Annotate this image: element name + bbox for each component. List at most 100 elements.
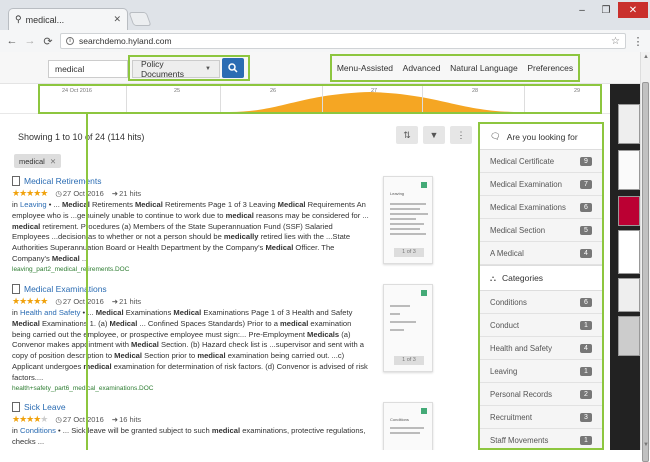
result-title[interactable]: Medical Examinations	[24, 284, 107, 294]
thumbnail[interactable]	[618, 278, 640, 312]
thumbnail[interactable]	[618, 230, 640, 274]
result-filename[interactable]: health+safety_part6_medical_examinations…	[12, 385, 372, 392]
menu-icon[interactable]: ⋮	[632, 35, 644, 48]
preview-logo-icon	[421, 408, 427, 414]
timeline-chart	[230, 92, 520, 112]
thumbnail[interactable]	[618, 104, 640, 144]
preview-logo-icon	[421, 290, 427, 296]
suggestions-heading: Are you looking for	[506, 131, 578, 142]
minimize-button[interactable]: –	[570, 2, 594, 18]
timeline-divider	[322, 86, 323, 112]
document-preview[interactable]: 1 of 3	[383, 284, 433, 372]
chip-label: medical	[19, 156, 45, 166]
suggestion-item[interactable]: Medical Examinations 6	[480, 196, 602, 219]
result-hits: 21 hits	[119, 189, 142, 198]
preview-title: Conditions	[390, 417, 409, 422]
bookmark-star-icon[interactable]: ☆	[611, 36, 620, 47]
result-filename[interactable]: leaving_part2_medical_retirements.DOC	[12, 266, 372, 273]
forward-icon[interactable]: →	[24, 35, 36, 47]
nav-menu-assisted[interactable]: Menu-Assisted	[337, 63, 393, 73]
suggestion-label: A Medical	[490, 248, 524, 258]
search-input[interactable]: medical	[48, 60, 128, 78]
category-item[interactable]: Health and Safety 4	[480, 337, 602, 360]
scroll-thumb[interactable]	[642, 82, 649, 462]
close-button[interactable]: ✕	[618, 2, 648, 18]
clock-icon: ◷	[55, 415, 62, 424]
rating-stars: ★★★★★	[12, 188, 48, 198]
category-item[interactable]: Recruitment 3	[480, 406, 602, 429]
query-chip[interactable]: medical ✕	[14, 154, 62, 168]
date-timeline[interactable]: 24 Oct 2016 25 26 27 28 29 ◂	[0, 84, 640, 114]
result-category-link[interactable]: Conditions	[20, 426, 56, 435]
count-badge: 1	[580, 435, 592, 445]
result-title[interactable]: Medical Retirements	[24, 176, 101, 186]
sitemap-icon: ⛬	[490, 272, 496, 283]
document-preview[interactable]: Conditions	[383, 402, 433, 450]
result-snippet: in Health and Safety • ... Medical Exami…	[12, 308, 372, 384]
nav-advanced[interactable]: Advanced	[403, 63, 441, 73]
window-controls: – ❐ ✕	[570, 2, 648, 18]
thumbnail[interactable]	[618, 316, 640, 356]
info-icon: i	[66, 37, 74, 45]
address-bar[interactable]: i searchdemo.hyland.com ☆	[60, 33, 626, 49]
page-scrollbar[interactable]: ▲ ▼	[640, 52, 650, 462]
document-icon	[12, 402, 20, 412]
suggestion-item[interactable]: Medical Examination 7	[480, 173, 602, 196]
suggestion-item[interactable]: Medical Certificate 9	[480, 150, 602, 173]
count-badge: 4	[580, 343, 592, 353]
more-options-button[interactable]: ⋮	[450, 126, 472, 144]
reload-icon[interactable]: ⟳	[42, 35, 54, 48]
suggestion-item[interactable]: Medical Section 5	[480, 219, 602, 242]
result-text: • ... Medical Retirements Medical Retire…	[12, 200, 369, 263]
result-title-row: Sick Leave	[12, 402, 372, 412]
search-button[interactable]	[222, 58, 244, 78]
result-text: • ... Sick leave will be granted subject…	[12, 426, 366, 446]
preview-page-indicator: 1 of 3	[394, 248, 424, 257]
result-item: Sick Leave ★★★★★ ◷ 27 Oct 2016 ➜ 16 hits i…	[12, 402, 372, 448]
thumbnail[interactable]	[618, 150, 640, 190]
browser-tab[interactable]: ⚲ medical... ✕	[8, 8, 128, 30]
timeline-label: 26	[270, 88, 277, 94]
chip-close-icon[interactable]: ✕	[50, 157, 56, 166]
nav-natural-language[interactable]: Natural Language	[450, 63, 518, 73]
suggestions-header: 🗨 Are you looking for	[480, 124, 602, 150]
category-item[interactable]: Leaving 1	[480, 360, 602, 383]
tab-close-icon[interactable]: ✕	[113, 14, 121, 25]
result-item: Medical Retirements ★★★★★ ◷ 27 Oct 2016 ➜…	[12, 176, 372, 273]
category-label: Recruitment	[490, 412, 533, 422]
result-title[interactable]: Sick Leave	[24, 402, 66, 412]
timeline-label: 25	[174, 88, 181, 94]
category-item[interactable]: Conditions 6	[480, 291, 602, 314]
result-meta: ★★★★★ ◷ 27 Oct 2016 ➜ 16 hits	[12, 414, 372, 425]
magnifier-icon	[228, 63, 238, 73]
category-item[interactable]: Personal Records 2	[480, 383, 602, 406]
suggestion-label: Medical Examination	[490, 179, 562, 189]
scroll-down-icon[interactable]: ▼	[643, 442, 649, 448]
category-item[interactable]: Staff Movements 1	[480, 429, 602, 448]
maximize-button[interactable]: ❐	[594, 2, 618, 18]
category-label: Health and Safety	[490, 343, 552, 353]
source-dropdown[interactable]: Policy Documents ▼	[132, 59, 220, 79]
new-tab-button[interactable]	[128, 12, 152, 26]
timeline-label: 27	[371, 88, 378, 94]
nav-preferences[interactable]: Preferences	[527, 63, 573, 73]
result-hits: 21 hits	[119, 297, 142, 306]
category-item[interactable]: Conduct 1	[480, 314, 602, 337]
suggestion-item[interactable]: A Medical 4	[480, 242, 602, 265]
sort-button[interactable]: ⇅	[396, 126, 418, 144]
back-icon[interactable]: ←	[6, 35, 18, 47]
scroll-up-icon[interactable]: ▲	[643, 54, 649, 60]
timeline-divider	[126, 86, 127, 112]
suggestion-label: Medical Section	[490, 225, 546, 235]
thumbnail[interactable]	[618, 196, 640, 226]
document-preview[interactable]: Leaving 1 of 3	[383, 176, 433, 264]
timeline-area[interactable]: 24 Oct 2016 25 26 27 28 29	[40, 86, 600, 112]
timeline-label: 24 Oct 2016	[62, 88, 92, 94]
hits-icon: ➜	[111, 297, 119, 306]
document-icon	[12, 284, 20, 294]
result-title-row: Medical Examinations	[12, 284, 372, 294]
result-category-link[interactable]: Health and Safety	[20, 308, 80, 317]
categories-heading: Categories	[501, 273, 544, 283]
result-category-link[interactable]: Leaving	[20, 200, 47, 209]
filter-button[interactable]: ▼	[423, 126, 445, 144]
